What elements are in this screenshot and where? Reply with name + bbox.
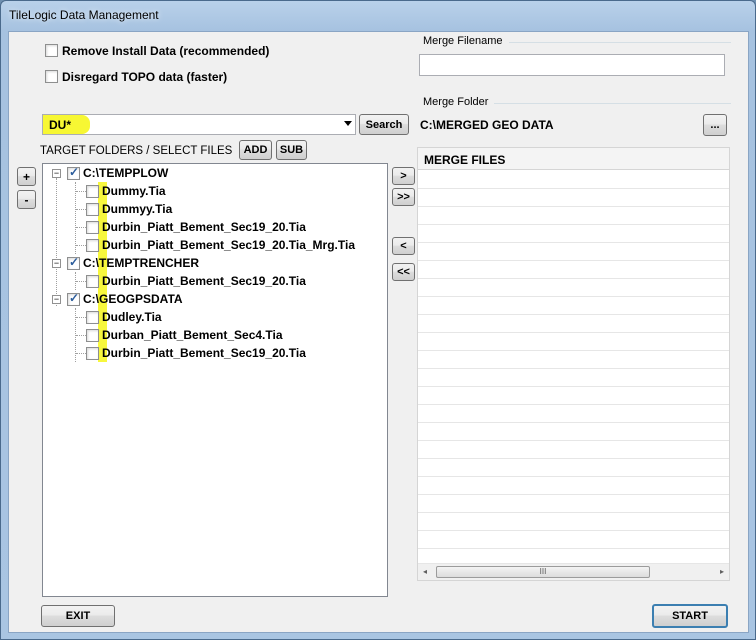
tree-file-label: Durban_Piatt_Bement_Sec4.Tia <box>102 328 283 342</box>
browse-button[interactable]: ... <box>703 114 727 136</box>
remove-install-label: Remove Install Data (recommended) <box>62 44 270 58</box>
tree-file-checkbox[interactable] <box>86 346 99 360</box>
tree-folder-label: C:\TEMPPLOW <box>83 166 169 180</box>
sub-button[interactable]: SUB <box>276 140 307 160</box>
tree-file-checkbox[interactable] <box>86 274 99 288</box>
add-all-button[interactable]: >> <box>392 188 415 206</box>
title-bar[interactable]: TileLogic Data Management <box>1 1 755 31</box>
window-title: TileLogic Data Management <box>9 8 159 22</box>
merge-folder-label: Merge Folder <box>423 96 489 108</box>
search-input[interactable] <box>43 115 333 134</box>
remove-install-checkbox[interactable] <box>45 44 58 57</box>
tree-file[interactable]: Dudley.Tia <box>86 308 162 326</box>
merge-filename-label: Merge Filename <box>423 35 503 47</box>
disregard-topo-label: Disregard TOPO data (faster) <box>62 70 228 84</box>
expand-all-button[interactable]: + <box>17 167 36 186</box>
merge-files-header: MERGE FILES <box>418 148 729 170</box>
client-area: Remove Install Data (recommended) Disreg… <box>8 31 749 633</box>
collapse-icon[interactable]: − <box>52 169 61 178</box>
collapse-all-button[interactable]: - <box>17 190 36 209</box>
tree-file-label: Durbin_Piatt_Bement_Sec19_20.Tia_Mrg.Tia <box>102 238 355 252</box>
disregard-topo-checkbox[interactable] <box>45 70 58 83</box>
search-button[interactable]: Search <box>359 114 409 135</box>
search-combobox[interactable] <box>42 114 356 135</box>
exit-button[interactable]: EXIT <box>41 605 115 627</box>
tree-folder-label: C:\TEMPTRENCHER <box>83 256 199 270</box>
tree-file-label: Durbin_Piatt_Bement_Sec19_20.Tia <box>102 346 306 360</box>
tree-file-label: Durbin_Piatt_Bement_Sec19_20.Tia <box>102 274 306 288</box>
tree-file-checkbox[interactable] <box>86 184 99 198</box>
tree-file-label: Dummyy.Tia <box>102 202 173 216</box>
remove-all-button[interactable]: << <box>392 263 415 281</box>
scroll-left-icon[interactable]: ◂ <box>423 567 427 576</box>
scroll-thumb[interactable]: III <box>436 566 650 578</box>
tree-file[interactable]: Dummy.Tia <box>86 182 166 200</box>
tree-file[interactable]: Durbin_Piatt_Bement_Sec19_20.Tia <box>86 344 306 362</box>
tree-file-label: Dudley.Tia <box>102 310 162 324</box>
app-window: TileLogic Data Management Remove Install… <box>0 0 756 640</box>
tree-file-checkbox[interactable] <box>86 202 99 216</box>
tree-folder-label: C:\GEOGPSDATA <box>83 292 183 306</box>
tree-file-checkbox[interactable] <box>86 310 99 324</box>
remove-one-button[interactable]: < <box>392 237 415 255</box>
target-folders-label: TARGET FOLDERS / SELECT FILES <box>40 145 233 157</box>
scroll-thumb-grip: III <box>539 567 547 576</box>
scroll-right-icon[interactable]: ▸ <box>720 567 724 576</box>
tree-folder[interactable]: C:\TEMPTRENCHER <box>67 254 199 272</box>
chevron-down-icon[interactable] <box>344 121 352 126</box>
tree-file[interactable]: Dummyy.Tia <box>86 200 172 218</box>
tree-folder[interactable]: C:\GEOGPSDATA <box>67 290 183 308</box>
tree-folder-checkbox[interactable] <box>67 291 80 306</box>
collapse-icon[interactable]: − <box>52 295 61 304</box>
tree-file-checkbox[interactable] <box>86 238 99 252</box>
tree-file[interactable]: Durbin_Piatt_Bement_Sec19_20.Tia_Mrg.Tia <box>86 236 355 254</box>
tree-file[interactable]: Durbin_Piatt_Bement_Sec19_20.Tia <box>86 272 306 290</box>
tree-file-label: Dummy.Tia <box>102 184 166 198</box>
collapse-icon[interactable]: − <box>52 259 61 268</box>
tree-file-checkbox[interactable] <box>86 328 99 342</box>
tree-file[interactable]: Durbin_Piatt_Bement_Sec19_20.Tia <box>86 218 306 236</box>
tree-folder-checkbox[interactable] <box>67 255 80 270</box>
tree-file-label: Durbin_Piatt_Bement_Sec19_20.Tia <box>102 220 306 234</box>
merge-folder-path: C:\MERGED GEO DATA <box>420 118 554 132</box>
add-button[interactable]: ADD <box>239 140 272 160</box>
merge-filename-field[interactable] <box>419 54 725 76</box>
tree-file[interactable]: Durban_Piatt_Bement_Sec4.Tia <box>86 326 283 344</box>
tree-folder[interactable]: C:\TEMPPLOW <box>67 164 168 182</box>
merge-filename-input[interactable] <box>420 55 724 75</box>
merge-files-list[interactable]: MERGE FILES ◂ III ▸ <box>417 147 730 581</box>
start-button[interactable]: START <box>652 604 728 628</box>
tree-folder-checkbox[interactable] <box>67 165 80 180</box>
tree-file-checkbox[interactable] <box>86 220 99 234</box>
add-one-button[interactable]: > <box>392 167 415 185</box>
folder-file-tree[interactable]: − C:\TEMPPLOW Dummy.Tia Dummyy.Tia Durbi… <box>42 163 388 597</box>
horizontal-scrollbar[interactable]: ◂ III ▸ <box>418 563 729 580</box>
